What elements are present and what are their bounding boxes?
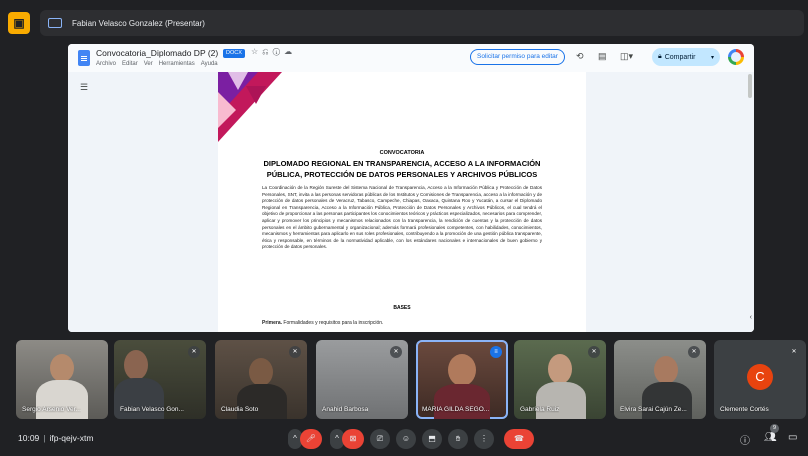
mic-off-icon: ✕ [390,346,402,358]
info-icon[interactable]: ⓘ [273,47,284,56]
menu-ayuda[interactable]: Ayuda [201,61,218,67]
raise-hand-button[interactable]: ✋︎ [448,429,468,449]
participant-video-body [642,382,692,419]
participant-tile[interactable]: ✕ Claudia Soto [215,340,307,419]
docs-logo-icon [78,50,90,66]
participant-count-badge: 9 [770,424,779,433]
doc-body-paragraph: La Coordinación de la Región Sureste del… [262,185,542,250]
participant-video-body [237,384,287,419]
primera-label: Primera. [262,320,283,326]
docs-menu: Archivo Editar Ver Herramientas Ayuda [96,61,218,67]
mic-off-icon: ✕ [791,349,797,355]
docx-badge: DOCX [223,49,245,58]
menu-herramientas[interactable]: Herramientas [159,61,195,67]
camera-toggle-button[interactable]: ⊠ [342,429,364,449]
participant-name: Sergio Arsenio Ver... [22,406,81,413]
share-label: Compartir [664,53,696,61]
participant-tile[interactable]: ✕ Elvira Sarai Cajún Ze... [614,340,706,419]
participant-name: Elvira Sarai Cajún Ze... [620,406,687,413]
participant-video [124,350,148,380]
presenting-icon[interactable]: ▣ [8,12,30,34]
meet-call-icon[interactable]: ◫▾ [620,51,633,62]
doc-convocatoria: CONVOCATORIA [379,150,425,156]
people-icon[interactable]: 👥︎ [764,432,777,443]
doc-primera: Primera. Formalidades y requisitos para … [262,320,383,326]
move-icon[interactable]: ⎌ [262,47,272,56]
docs-header: Convocatoria_Diplomado DP (2) DOCX ☆⎌ⓘ☁ … [68,44,754,72]
participant-video [249,358,273,386]
document-page: CONVOCATORIA DIPLOMADO REGIONAL EN TRANS… [218,72,586,332]
menu-archivo[interactable]: Archivo [96,61,116,67]
scrollbar[interactable] [746,72,754,332]
participant-name: Claudia Soto [221,406,259,413]
leave-call-button[interactable]: ☎︎ [504,429,534,449]
presenter-bar: ▣ Fabian Velasco Gonzalez (Presentar) [8,10,804,36]
presenter-name: Fabian Velasco Gonzalez (Presentar) [72,18,205,28]
participant-name: Clemente Cortés [720,406,769,413]
share-button[interactable]: 🔒︎ Compartir ▾ [652,48,720,66]
side-panel-chevron-icon[interactable]: ‹ [750,314,752,321]
mic-off-icon: ✕ [588,346,600,358]
account-avatar[interactable] [728,49,744,65]
participant-video [50,354,74,382]
page-decoration [218,72,282,142]
meeting-info: 10:09 | ifp-qejv-xtm [18,433,93,443]
participant-name: MARIA GILDA SEGO... [422,406,490,413]
meeting-code: ifp-qejv-xtm [49,433,94,443]
mic-off-icon: ✕ [289,346,301,358]
participant-tile[interactable]: ✕ Gabriela Ruiz [514,340,606,419]
separator: | [43,433,46,443]
speaking-indicator-icon: ≡ [490,346,502,358]
mic-toggle-button[interactable]: 🎤︎ [300,429,322,449]
mic-off-icon: ✕ [688,346,700,358]
participant-video-body [536,382,586,419]
mic-off-icon: ✕ [188,346,200,358]
title-actions: ☆⎌ⓘ☁ [251,47,296,57]
participant-tile[interactable]: Sergio Arsenio Ver... [16,340,108,419]
chevron-down-icon[interactable]: ▾ [711,54,714,61]
cloud-icon: ☁ [284,47,297,56]
request-edit-button[interactable]: Solicitar permiso para editar [470,49,565,65]
star-icon[interactable]: ☆ [251,47,262,56]
emoji-button[interactable]: ☺ [396,429,416,449]
menu-editar[interactable]: Editar [122,61,138,67]
present-button[interactable]: ⬒ [422,429,442,449]
lock-icon: 🔒︎ [658,53,662,60]
participant-video-body [434,384,490,419]
control-bar: 10:09 | ifp-qejv-xtm ^ 🎤︎ ^ ⊠ ⎚ ☺ ⬒ ✋︎ ⋮ ☎… [0,426,808,452]
doc-title[interactable]: Convocatoria_Diplomado DP (2) [96,48,218,58]
presenter-banner: Fabian Velasco Gonzalez (Presentar) [40,10,804,36]
clock-time: 10:09 [18,433,40,443]
comments-icon[interactable]: ▤ [598,51,607,62]
avatar: C [747,364,773,390]
scroll-thumb[interactable] [748,74,752,98]
shared-screen: Convocatoria_Diplomado DP (2) DOCX ☆⎌ⓘ☁ … [68,44,754,332]
history-icon[interactable]: ⟲ [576,51,584,62]
participant-video [448,354,476,386]
participant-tile-speaking[interactable]: ≡ MARIA GILDA SEGO... [416,340,508,419]
participant-video [548,354,572,384]
doc-title-line-1: DIPLOMADO REGIONAL EN TRANSPARENCIA, ACC… [263,159,541,168]
participant-tile[interactable]: ✕ Fabian Velasco Gon... [114,340,206,419]
doc-bases-heading: BASES [393,305,411,311]
docs-body: ☰ CONVOCATORIA DIPLOMADO REGIONAL EN TRA… [68,72,754,332]
chat-icon[interactable]: ▭ [788,432,797,443]
participant-tile[interactable]: ✕ Anahid Barbosa [316,340,408,419]
participant-video [654,356,678,384]
participant-tile[interactable]: C ✕ Clemente Cortés [714,340,806,419]
meet-window: ▣ Fabian Velasco Gonzalez (Presentar) Co… [0,0,808,456]
meeting-details-icon[interactable]: ⓘ [740,432,750,447]
screen-share-icon [48,18,62,28]
primera-text: Formalidades y requisitos para la inscri… [282,320,384,326]
doc-title-line-2: PÚBLICA, PROTECCIÓN DE DATOS PERSONALES … [266,170,538,179]
participant-video-body [36,380,88,419]
participant-name: Gabriela Ruiz [520,406,560,413]
more-options-button[interactable]: ⋮ [474,429,494,449]
outline-icon[interactable]: ☰ [80,82,88,93]
captions-button[interactable]: ⎚ [370,429,390,449]
participant-name: Anahid Barbosa [322,406,369,413]
menu-ver[interactable]: Ver [144,61,153,67]
participant-name: Fabian Velasco Gon... [120,406,184,413]
